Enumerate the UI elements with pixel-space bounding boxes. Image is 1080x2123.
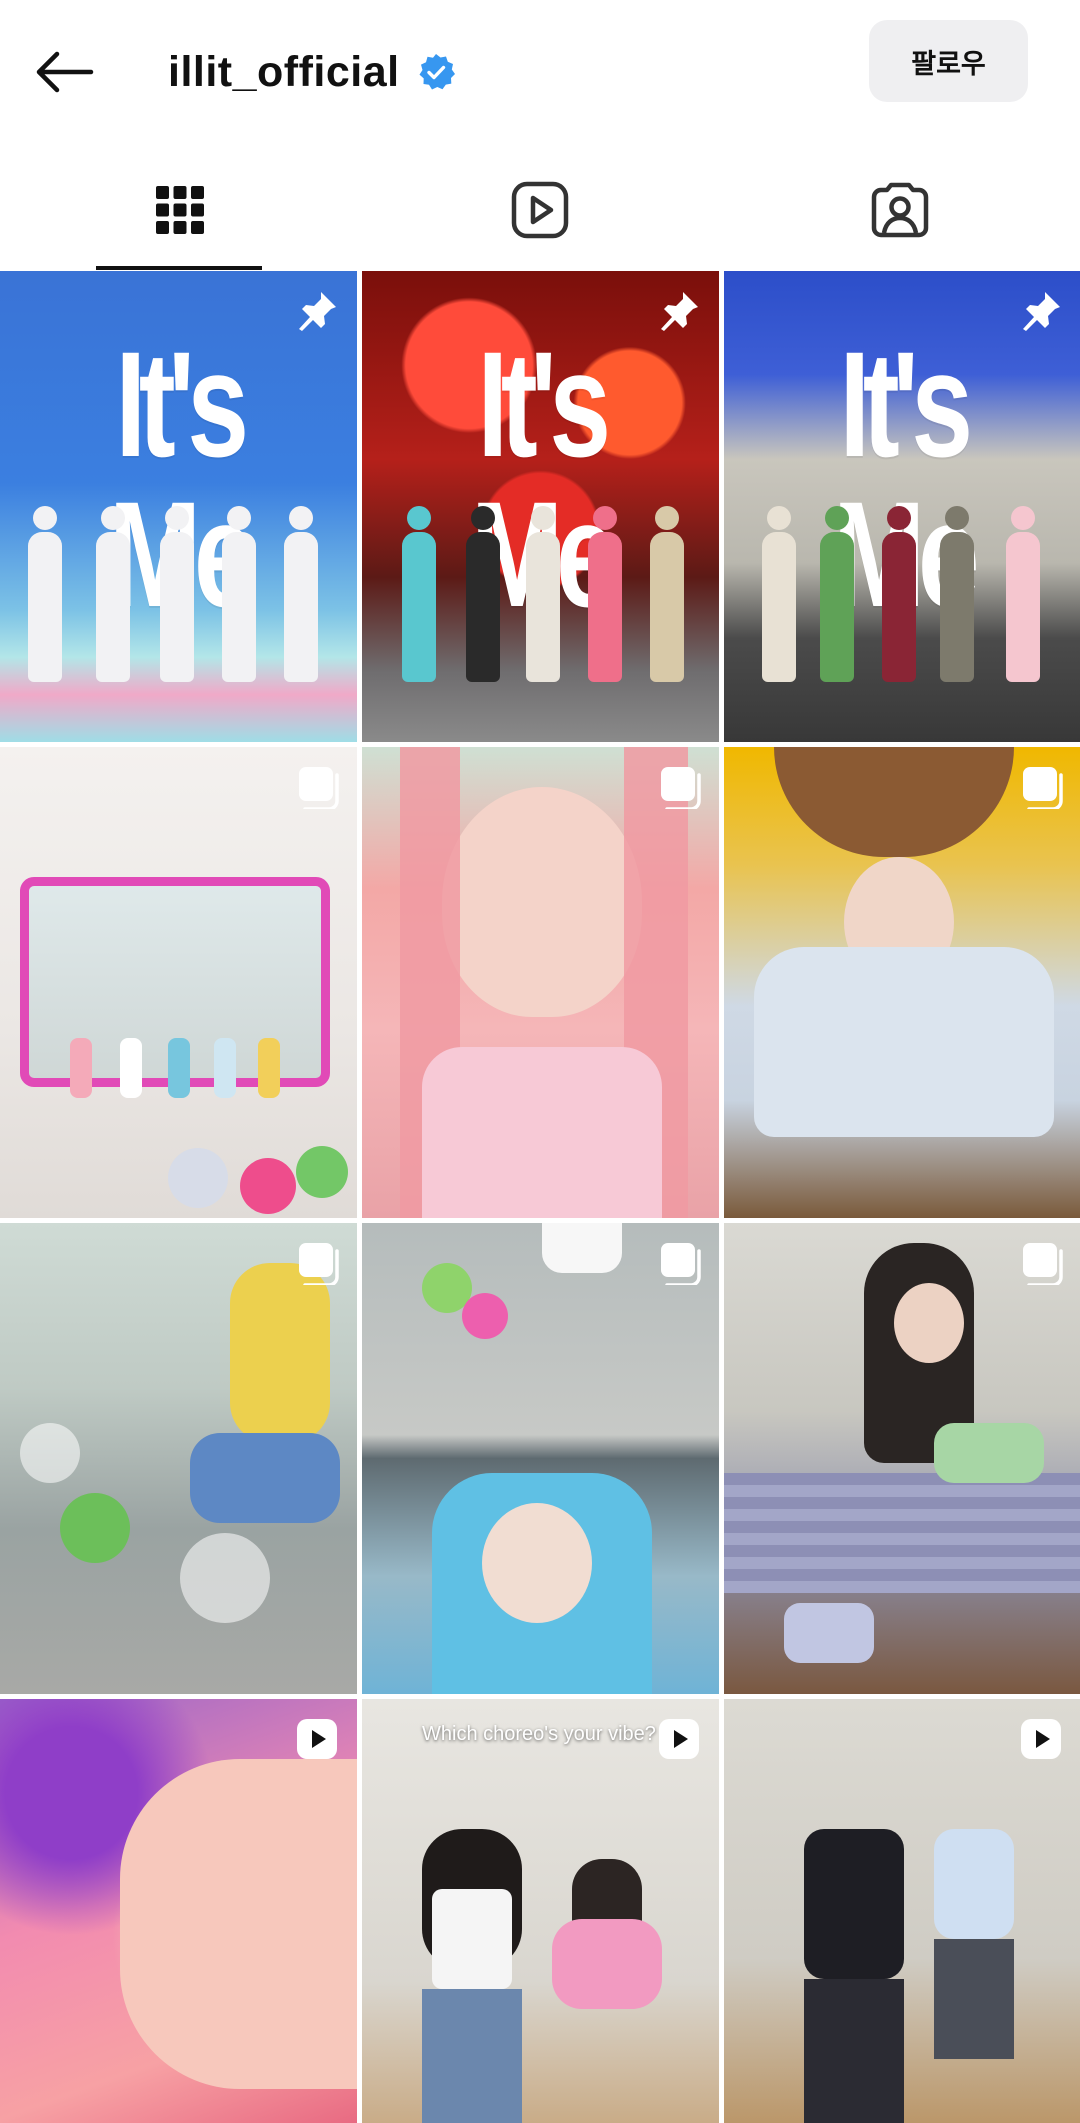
post-9[interactable] [724, 1223, 1080, 1694]
follow-button[interactable]: 팔로우 [869, 20, 1028, 102]
dancer-figure [526, 506, 560, 682]
post-11[interactable]: Which choreo's your vibe? [362, 1699, 719, 2123]
balloon [240, 1158, 296, 1214]
dancer-figure [466, 506, 500, 682]
post-2[interactable]: It's Me [362, 271, 719, 742]
profile-header: illit_official 팔로우 [0, 0, 1080, 150]
tab-grid[interactable] [0, 150, 360, 270]
post-3[interactable]: It's Me [724, 271, 1080, 742]
carousel-icon [1019, 765, 1063, 809]
face [442, 787, 642, 1017]
carousel-icon [1019, 1241, 1063, 1285]
dancer-figure [650, 506, 684, 682]
hair [230, 1263, 330, 1443]
tab-tagged[interactable] [720, 150, 1080, 270]
dancer-figure [96, 506, 130, 682]
dancer-figure [1006, 506, 1040, 682]
post-7[interactable] [0, 1223, 357, 1694]
balloon [20, 1423, 80, 1483]
figure [168, 1038, 190, 1098]
jeans [422, 1989, 522, 2123]
shorts [934, 1423, 1044, 1483]
post-8[interactable] [362, 1223, 719, 1694]
post-1[interactable]: It's Me [0, 271, 357, 742]
balloon [168, 1148, 228, 1208]
post-4[interactable] [0, 747, 357, 1218]
reel-icon [1019, 1717, 1063, 1761]
post-6[interactable] [724, 747, 1080, 1218]
reels-icon [511, 181, 569, 239]
balloon [462, 1293, 508, 1339]
pink-jacket [552, 1919, 662, 2009]
dancer-figure [222, 506, 256, 682]
carousel-icon [295, 1241, 339, 1285]
back-arrow-icon [36, 51, 94, 93]
skirt [542, 1223, 622, 1273]
pants [934, 1939, 1014, 2059]
carousel-icon [657, 765, 701, 809]
dancer-figure [762, 506, 796, 682]
post-10[interactable] [0, 1699, 357, 2123]
dancer-figure [28, 506, 62, 682]
top [422, 1047, 662, 1218]
face [482, 1503, 592, 1623]
balloon [296, 1146, 348, 1198]
dancer-figure [284, 506, 318, 682]
tagged-icon [871, 182, 929, 238]
pin-icon [657, 289, 701, 333]
post-12[interactable] [724, 1699, 1080, 2123]
tab-reels[interactable] [360, 150, 720, 270]
balloon [180, 1533, 270, 1623]
bed [724, 1473, 1080, 1593]
jeans [190, 1433, 340, 1523]
grid-icon [156, 186, 204, 234]
dancer-figure [588, 506, 622, 682]
figure [120, 1038, 142, 1098]
posts-grid: It's Me It's Me It's Me [0, 271, 1080, 2123]
tank-top [432, 1889, 512, 1989]
sweatshirt [754, 947, 1054, 1137]
teddy-head [774, 747, 1014, 857]
dancer-figure [940, 506, 974, 682]
post-caption-overlay: Which choreo's your vibe? [422, 1723, 656, 1745]
jersey [804, 1829, 904, 1979]
back-button[interactable] [28, 42, 100, 102]
figure [214, 1038, 236, 1098]
username-group: illit_official [168, 40, 456, 104]
pants [804, 1979, 904, 2123]
carousel-icon [657, 1241, 701, 1285]
sneaker [784, 1603, 874, 1663]
pin-icon [1019, 289, 1063, 333]
balloon [60, 1493, 130, 1563]
dancer-figure [820, 506, 854, 682]
profile-tabs [0, 150, 1080, 270]
face [894, 1283, 964, 1363]
figure [70, 1038, 92, 1098]
reel-icon [295, 1717, 339, 1761]
carousel-icon [295, 765, 339, 809]
username: illit_official [168, 47, 400, 96]
tshirt [934, 1829, 1014, 1939]
reel-icon [657, 1717, 701, 1761]
dancer-figure [160, 506, 194, 682]
post-5[interactable] [362, 747, 719, 1218]
pin-icon [295, 289, 339, 333]
verified-badge-icon [416, 52, 456, 92]
dancer-figure [882, 506, 916, 682]
dancer-figure [402, 506, 436, 682]
figure [258, 1038, 280, 1098]
face [120, 1759, 357, 2089]
